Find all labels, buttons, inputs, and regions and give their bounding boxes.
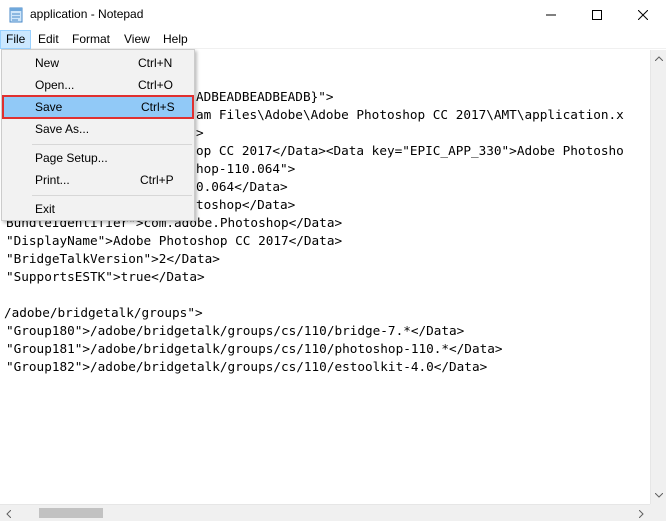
scroll-left-button[interactable] <box>0 505 17 521</box>
close-button[interactable] <box>620 0 666 30</box>
menu-item-label: Exit <box>35 202 56 216</box>
menu-item-shortcut: Ctrl+O <box>138 78 174 92</box>
menu-item-label: Print... <box>35 173 70 187</box>
menu-help[interactable]: Help <box>158 30 193 49</box>
menu-item-print[interactable]: Print... Ctrl+P <box>3 169 193 191</box>
scroll-right-button[interactable] <box>633 505 650 521</box>
menu-item-label: New <box>35 56 60 70</box>
horizontal-scrollbar[interactable] <box>0 504 650 521</box>
text-line: /adobe/bridgetalk/groups"> <box>4 305 203 320</box>
menu-item-save-as[interactable]: Save As... <box>3 118 193 140</box>
menu-item-label: Save <box>35 100 63 114</box>
horizontal-scroll-thumb[interactable] <box>39 508 103 518</box>
menu-bar: File Edit Format View Help <box>0 30 666 49</box>
text-line: "BridgeTalkVersion">2</Data> <box>6 251 220 266</box>
maximize-button[interactable] <box>574 0 620 30</box>
scroll-corner <box>650 504 666 521</box>
scroll-down-button[interactable] <box>651 487 666 504</box>
notepad-icon <box>9 7 23 23</box>
text-line: op CC 2017</Data><Data key="EPIC_APP_330… <box>196 143 624 158</box>
close-icon <box>638 10 648 20</box>
menu-separator <box>32 144 192 145</box>
text-line: 0.064</Data> <box>196 179 288 194</box>
menu-item-shortcut: Ctrl+S <box>141 100 175 114</box>
maximize-icon <box>592 10 602 20</box>
menu-item-open[interactable]: Open... Ctrl+O <box>3 74 193 96</box>
minimize-button[interactable] <box>528 0 574 30</box>
menu-view[interactable]: View <box>119 30 155 49</box>
menu-item-label: Open... <box>35 78 75 92</box>
menu-file[interactable]: File <box>0 30 32 49</box>
text-line: ADBEADBEADBEADB}"> <box>196 89 334 104</box>
chevron-right-icon <box>639 509 644 518</box>
menu-item-label: Page Setup... <box>35 151 108 165</box>
menu-item-save[interactable]: Save Ctrl+S <box>2 95 194 119</box>
menu-item-label: Save As... <box>35 122 90 136</box>
window-title: application - Notepad <box>30 7 144 21</box>
text-line: toshop</Data> <box>196 197 296 212</box>
text-line: hop-110.064"> <box>196 161 296 176</box>
minimize-icon <box>546 14 556 16</box>
file-menu-dropdown: New Ctrl+N Open... Ctrl+O Save Ctrl+S Sa… <box>1 49 195 221</box>
text-line: > <box>196 125 204 140</box>
vertical-scrollbar[interactable] <box>650 50 666 504</box>
text-line: "DisplayName">Adobe Photoshop CC 2017</D… <box>6 233 343 248</box>
menu-item-page-setup[interactable]: Page Setup... <box>3 147 193 169</box>
text-line: "Group182">/adobe/bridgetalk/groups/cs/1… <box>6 359 488 374</box>
scroll-up-button[interactable] <box>651 50 666 67</box>
title-bar: application - Notepad <box>0 0 666 30</box>
menu-separator <box>32 195 192 196</box>
text-line: "SupportsESTK">true</Data> <box>6 269 205 284</box>
menu-item-shortcut: Ctrl+P <box>140 173 174 187</box>
text-line: "Group181">/adobe/bridgetalk/groups/cs/1… <box>6 341 503 356</box>
chevron-left-icon <box>6 509 11 518</box>
menu-item-new[interactable]: New Ctrl+N <box>3 52 193 74</box>
menu-item-shortcut: Ctrl+N <box>138 56 173 70</box>
menu-edit[interactable]: Edit <box>33 30 64 49</box>
menu-format[interactable]: Format <box>67 30 115 49</box>
chevron-up-icon <box>655 56 663 61</box>
chevron-down-icon <box>655 493 663 498</box>
text-line: "Group180">/adobe/bridgetalk/groups/cs/1… <box>6 323 465 338</box>
menu-item-exit[interactable]: Exit <box>3 198 193 220</box>
text-line: am Files\Adobe\Adobe Photoshop CC 2017\A… <box>196 107 624 122</box>
